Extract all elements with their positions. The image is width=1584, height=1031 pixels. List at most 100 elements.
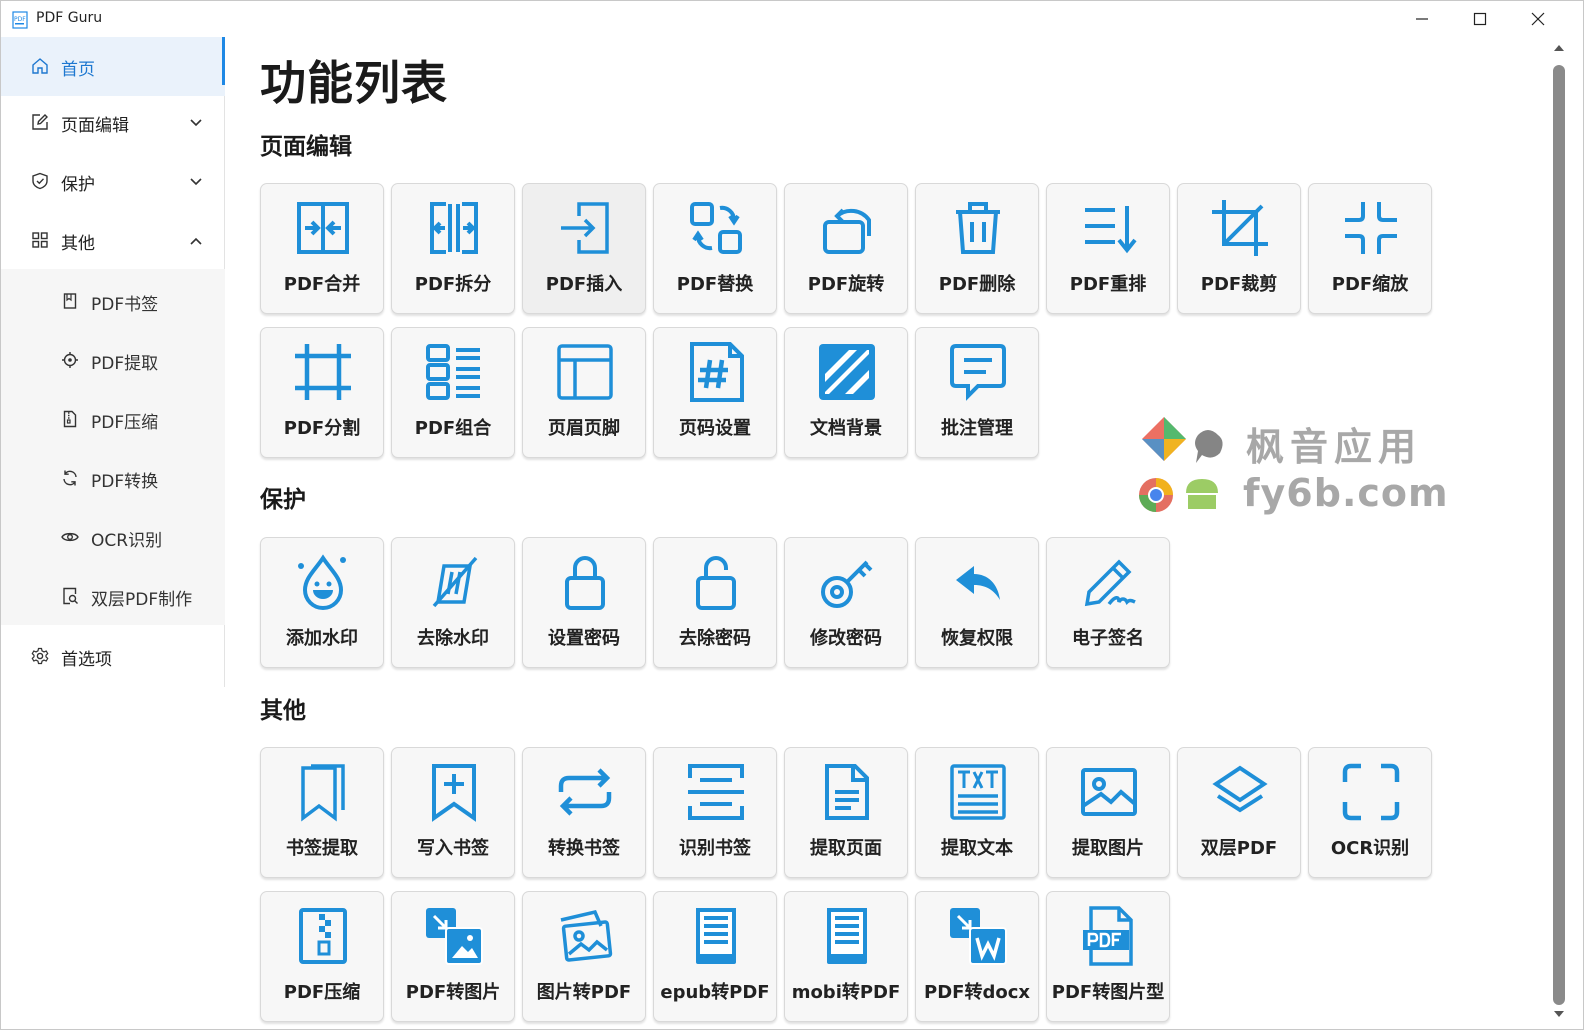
watermark-text-cn: 枫音应用 [1246, 425, 1423, 469]
tile-annotation[interactable]: 批注管理 [915, 327, 1039, 458]
tile-pdf-zoom[interactable]: PDF缩放 [1308, 183, 1432, 314]
tile-pdf-to-docx[interactable]: PDF转docx [915, 891, 1039, 1022]
tile-change-password[interactable]: 修改密码 [784, 537, 908, 668]
tile-image-to-pdf[interactable]: 图片转PDF [522, 891, 646, 1022]
sidebar-subitem-dual-layer[interactable]: 双层PDF制作 [1, 567, 225, 626]
tile-label: 页码设置 [679, 418, 751, 439]
merge-icon [297, 202, 349, 254]
scroll-up-icon[interactable] [1553, 43, 1565, 53]
tile-write-bookmark[interactable]: 写入书签 [391, 747, 515, 878]
key-icon [821, 560, 873, 608]
tile-label: 文档背景 [810, 418, 882, 439]
tile-label: PDF旋转 [807, 274, 885, 295]
word-icon [950, 908, 1007, 965]
tile-label: 写入书签 [417, 838, 489, 859]
tile-bookmark-extract[interactable]: 书签提取 [260, 747, 384, 878]
tile-remove-password[interactable]: 去除密码 [653, 537, 777, 668]
sidebar-item-label: 保护 [61, 175, 95, 195]
tile-page-number[interactable]: 页码设置 [653, 327, 777, 458]
maximize-icon [1473, 12, 1487, 26]
tile-recognize-bookmark[interactable]: 识别书签 [653, 747, 777, 878]
list-icon [426, 344, 480, 400]
sidebar-subitem-extract[interactable]: PDF提取 [1, 331, 225, 390]
file-text-icon [825, 764, 869, 820]
tile-epub-to-pdf[interactable]: epub转PDF [653, 891, 777, 1022]
tile-label: 提取文本 [941, 838, 1013, 859]
close-button[interactable] [1509, 1, 1567, 37]
sidebar-subitem-convert[interactable]: PDF转换 [1, 449, 225, 508]
tile-ocr[interactable]: OCR识别 [1308, 747, 1432, 878]
sidebar-subitem-bookmark[interactable]: PDF书签 [1, 272, 225, 331]
tile-set-password[interactable]: 设置密码 [522, 537, 646, 668]
zip-icon [63, 410, 77, 428]
tile-pdf-divide[interactable]: PDF分割 [260, 327, 384, 458]
tile-pdf-compress[interactable]: PDF压缩 [260, 891, 384, 1022]
tile-pdf-reorder[interactable]: PDF重排 [1046, 183, 1170, 314]
page-title: 功能列表 [260, 56, 448, 110]
tile-mobi-to-pdf[interactable]: mobi转PDF [784, 891, 908, 1022]
images-icon [560, 909, 613, 962]
image-icon [1081, 768, 1137, 816]
section-title-other: 其他 [260, 698, 306, 724]
tile-label: 双层PDF [1200, 838, 1278, 859]
tile-label: PDF裁剪 [1200, 274, 1278, 295]
tile-label: 转换书签 [548, 838, 620, 859]
minimize-button[interactable] [1393, 1, 1451, 37]
background-icon [819, 344, 875, 400]
tile-doc-background[interactable]: 文档背景 [784, 327, 908, 458]
tile-restore-permission[interactable]: 恢复权限 [915, 537, 1039, 668]
tile-extract-text[interactable]: 提取文本 [915, 747, 1039, 878]
sidebar-subitem-compress[interactable]: PDF压缩 [1, 390, 225, 449]
mobi-icon [827, 908, 867, 964]
sidebar-item-page-edit[interactable]: 页面编辑 [1, 93, 225, 152]
tile-convert-bookmark[interactable]: 转换书签 [522, 747, 646, 878]
sidebar-item-protect[interactable]: 保护 [1, 152, 225, 211]
scroll-down-icon[interactable] [1553, 1009, 1565, 1019]
maximize-button[interactable] [1451, 1, 1509, 37]
tile-pdf-delete[interactable]: PDF删除 [915, 183, 1039, 314]
tile-header-footer[interactable]: 页眉页脚 [522, 327, 646, 458]
tile-pdf-crop[interactable]: PDF裁剪 [1177, 183, 1301, 314]
section-title-protect: 保护 [260, 487, 306, 513]
epub-icon [696, 908, 736, 964]
tile-pdf-split[interactable]: PDF拆分 [391, 183, 515, 314]
tile-remove-watermark[interactable]: 去除水印 [391, 537, 515, 668]
shield-icon [32, 172, 48, 190]
sidebar: 首页 页面编辑 保护 其他 PDF书签 PDF提取 PDF压缩 PDF转换 OC… [1, 37, 225, 687]
sidebar-item-preferences[interactable]: 首选项 [1, 627, 225, 686]
tile-pdf-to-image-pdf[interactable]: PDF转图片型 [1046, 891, 1170, 1022]
sidebar-subgroup-other: PDF书签 PDF提取 PDF压缩 PDF转换 OCR识别 双层PDF制作 [1, 269, 225, 625]
split-icon [430, 202, 478, 254]
chevron-down-icon [190, 178, 202, 186]
convert-icon [558, 768, 612, 816]
scrollbar-thumb[interactable] [1553, 65, 1565, 1005]
sidebar-item-label: 首选项 [61, 650, 112, 670]
sidebar-item-other[interactable]: 其他 [1, 211, 225, 270]
tile-extract-pages[interactable]: 提取页面 [784, 747, 908, 878]
tile-label: PDF转docx [924, 982, 1030, 1003]
tile-label: 电子签名 [1072, 628, 1144, 649]
tile-pdf-insert[interactable]: PDF插入 [522, 183, 646, 314]
tile-pdf-combine[interactable]: PDF组合 [391, 327, 515, 458]
doc-search-icon [63, 587, 78, 605]
sidebar-item-home[interactable]: 首页 [1, 37, 225, 96]
unlock-icon [696, 556, 736, 610]
tile-label: 去除密码 [679, 628, 751, 649]
tile-label: PDF缩放 [1331, 274, 1409, 295]
tile-add-watermark[interactable]: 添加水印 [260, 537, 384, 668]
tile-label: 去除水印 [417, 628, 489, 649]
tile-label: PDF转图片型 [1051, 982, 1165, 1003]
tile-label: PDF压缩 [283, 982, 361, 1003]
tile-label: 提取页面 [810, 838, 882, 859]
sidebar-subitem-label: PDF转换 [91, 472, 159, 492]
tile-pdf-to-image[interactable]: PDF转图片 [391, 891, 515, 1022]
tile-label: mobi转PDF [791, 982, 901, 1003]
tile-extract-images[interactable]: 提取图片 [1046, 747, 1170, 878]
tile-dual-layer-pdf[interactable]: 双层PDF [1177, 747, 1301, 878]
sidebar-subitem-ocr[interactable]: OCR识别 [1, 508, 225, 567]
close-icon [1531, 12, 1545, 26]
tile-pdf-rotate[interactable]: PDF旋转 [784, 183, 908, 314]
tile-pdf-merge[interactable]: PDF合并 [260, 183, 384, 314]
tile-pdf-replace[interactable]: PDF替换 [653, 183, 777, 314]
tile-e-signature[interactable]: 电子签名 [1046, 537, 1170, 668]
